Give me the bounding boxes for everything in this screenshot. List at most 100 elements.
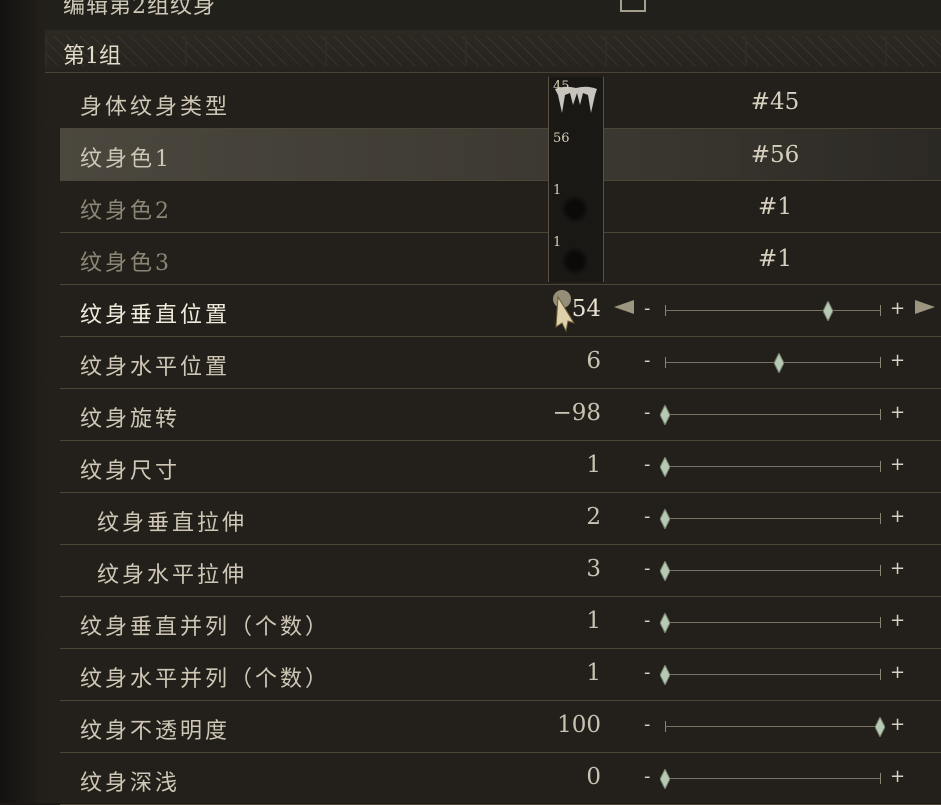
edit-group2-checkbox[interactable] <box>620 0 646 12</box>
slider-track[interactable] <box>665 570 880 571</box>
slider[interactable]: - + <box>640 298 915 321</box>
slider-plus-button[interactable]: + <box>890 298 905 319</box>
row-value: 1 <box>586 452 601 478</box>
row-label: 纹身垂直位置 <box>80 303 231 328</box>
slider[interactable]: - + <box>640 610 915 633</box>
color-blob-icon <box>561 247 589 275</box>
slider-endcap <box>880 617 881 628</box>
slider-knob[interactable] <box>660 613 670 633</box>
decrease-arrow-icon[interactable] <box>614 300 634 314</box>
slider[interactable]: - + <box>640 714 915 737</box>
row-label: 纹身尺寸 <box>80 459 181 484</box>
group-title: 第1组 <box>63 44 121 69</box>
slider-track[interactable] <box>665 778 880 779</box>
row-label: 纹身垂直拉伸 <box>97 511 248 536</box>
color2-value: #1 <box>758 194 792 220</box>
row-value: 100 <box>557 712 601 738</box>
row-value: −98 <box>552 400 601 426</box>
slider-minus-button[interactable]: - <box>644 558 651 579</box>
slider-plus-button[interactable]: + <box>890 350 905 371</box>
color3-value: #1 <box>758 246 792 272</box>
slider-track[interactable] <box>665 414 880 415</box>
slider-plus-button[interactable]: + <box>890 714 905 735</box>
slider-minus-button[interactable]: - <box>644 454 651 475</box>
slider-endcap <box>665 305 666 316</box>
slider-minus-button[interactable]: - <box>644 350 651 371</box>
slider-endcap <box>880 409 881 420</box>
slider-track[interactable] <box>665 726 880 727</box>
slider-track[interactable] <box>665 310 880 311</box>
slider-knob[interactable] <box>875 717 885 737</box>
row-label: 纹身水平并列（个数） <box>80 667 331 692</box>
slider-knob[interactable] <box>660 769 670 789</box>
slider-knob[interactable] <box>660 405 670 425</box>
row-label: 纹身不透明度 <box>80 719 231 744</box>
row-value: 3 <box>586 556 601 582</box>
slider-endcap <box>880 305 881 316</box>
slider-plus-button[interactable]: + <box>890 454 905 475</box>
slider-minus-button[interactable]: - <box>644 402 651 423</box>
slider[interactable]: - + <box>640 662 915 685</box>
slider-knob[interactable] <box>660 665 670 685</box>
tattoo-type-swatch[interactable]: 45 <box>549 77 603 128</box>
slider[interactable]: - + <box>640 766 915 789</box>
slider[interactable]: - + <box>640 402 915 425</box>
slider-plus-button[interactable]: + <box>890 558 905 579</box>
slider-track[interactable] <box>665 466 880 467</box>
slider-plus-button[interactable]: + <box>890 766 905 787</box>
slider-knob[interactable] <box>660 457 670 477</box>
slider-knob[interactable] <box>660 509 670 529</box>
slider[interactable]: - + <box>640 558 915 581</box>
slider-minus-button[interactable]: - <box>644 766 651 787</box>
slider-knob[interactable] <box>773 353 784 373</box>
slider-endcap <box>665 721 666 732</box>
slider[interactable]: - + <box>640 350 915 373</box>
row-value: 1 <box>586 660 601 686</box>
swatch-number: 1 <box>553 235 562 250</box>
slider-plus-button[interactable]: + <box>890 610 905 631</box>
slider-plus-button[interactable]: + <box>890 402 905 423</box>
slider-minus-button[interactable]: - <box>644 298 651 319</box>
row-label: 纹身深浅 <box>80 771 181 796</box>
edit-group2-row[interactable]: 编辑第2组纹身 <box>45 0 941 28</box>
row-label: 纹身色3 <box>80 251 172 276</box>
slider-minus-button[interactable]: - <box>644 662 651 683</box>
row-label: 纹身水平拉伸 <box>97 563 248 588</box>
color1-value: #56 <box>750 142 800 168</box>
row-label: 纹身色2 <box>80 199 172 224</box>
slider-track[interactable] <box>665 518 880 519</box>
slider-endcap <box>880 461 881 472</box>
group-header[interactable]: 第1组 <box>45 30 941 73</box>
row-label: 纹身垂直并列（个数） <box>80 615 331 640</box>
slider-knob[interactable] <box>823 301 834 321</box>
row-label: 纹身水平位置 <box>80 355 231 380</box>
slider-track[interactable] <box>665 622 880 623</box>
slider-minus-button[interactable]: - <box>644 610 651 631</box>
game-cursor-icon <box>553 290 576 333</box>
color3-swatch[interactable]: 1 <box>549 233 603 284</box>
swatch-number: 1 <box>553 183 562 198</box>
row-value: 2 <box>586 504 601 530</box>
color1-swatch[interactable]: 56 <box>549 129 603 180</box>
slider-minus-button[interactable]: - <box>644 714 651 735</box>
color-blob-icon <box>561 195 589 223</box>
slider-endcap <box>665 357 666 368</box>
slider-minus-button[interactable]: - <box>644 506 651 527</box>
row-value: 54 <box>571 296 601 322</box>
slider-track[interactable] <box>665 674 880 675</box>
row-label: 纹身色1 <box>80 147 172 172</box>
slider-endcap <box>880 565 881 576</box>
color2-swatch[interactable]: 1 <box>549 181 603 232</box>
slider-endcap <box>880 513 881 524</box>
slider-plus-button[interactable]: + <box>890 662 905 683</box>
slider[interactable]: - + <box>640 454 915 477</box>
swatch-number: 45 <box>553 79 570 94</box>
slider[interactable]: - + <box>640 506 915 529</box>
increase-arrow-icon[interactable] <box>915 300 935 314</box>
tattoo-type-value: #45 <box>750 89 800 115</box>
swatch-column: 45 56 1 1 <box>548 77 604 282</box>
slider-knob[interactable] <box>660 561 670 581</box>
slider-endcap <box>880 773 881 784</box>
slider-track[interactable] <box>665 362 880 363</box>
slider-plus-button[interactable]: + <box>890 506 905 527</box>
